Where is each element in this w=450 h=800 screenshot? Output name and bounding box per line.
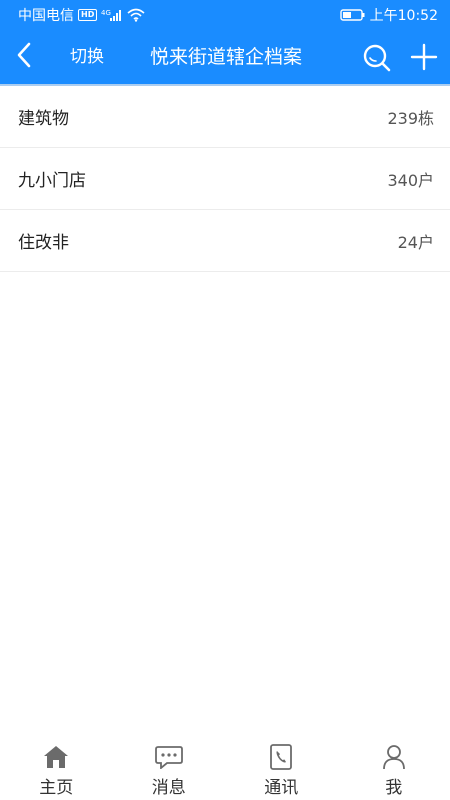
list-item-count: 24户 [397,232,434,252]
status-right: 上午10:52 [339,5,438,25]
status-bar: 中国电信 HD 4G 上午10:52 [0,0,450,30]
home-icon [42,744,70,770]
tab-me[interactable]: 我 [338,738,450,800]
tab-home[interactable]: 主页 [0,738,113,800]
status-left: 中国电信 HD 4G [18,5,145,25]
svg-text:4G: 4G [101,9,111,17]
carrier-name: 中国电信 [18,8,74,24]
wifi-icon [127,8,145,22]
list-item-small-shops[interactable]: 九小门店 340户 [0,148,450,210]
list-item-residential-conversion[interactable]: 住改非 24户 [0,210,450,272]
tab-label: 主页 [39,778,74,798]
status-time: 上午10:52 [369,8,438,24]
message-icon [154,744,183,770]
signal-icon: 4G [101,8,123,22]
back-button[interactable] [10,40,38,74]
list-item-buildings[interactable]: 建筑物 239栋 [0,86,450,148]
bottom-tab-bar: 主页 消息 通讯 我 [0,738,450,800]
list-item-count: 340户 [387,170,434,190]
archive-list: 建筑物 239栋 九小门店 340户 住改非 24户 [0,86,450,272]
switch-button[interactable]: 切换 [70,30,104,84]
list-item-label: 住改非 [18,233,69,253]
nav-bar: 切换 悦来街道辖企档案 [0,30,450,84]
search-button[interactable] [362,43,392,73]
add-button[interactable] [409,42,439,72]
tab-label: 我 [385,778,403,798]
app-screen: 中国电信 HD 4G 上午10:52 切换 悦来街道辖企档案 建筑物 239栋 … [0,0,450,800]
hd-badge: HD [78,9,98,21]
tab-label: 通讯 [264,778,299,798]
tab-contacts[interactable]: 通讯 [225,738,338,800]
list-item-label: 建筑物 [18,109,69,129]
user-icon [380,744,408,770]
search-icon [362,44,392,77]
tab-label: 消息 [151,778,186,798]
battery-icon [339,8,366,22]
list-item-count: 239栋 [387,108,434,128]
page-title: 悦来街道辖企档案 [150,46,303,68]
plus-icon [409,43,439,76]
chevron-left-icon [16,42,32,72]
list-item-label: 九小门店 [18,171,86,191]
phone-book-icon [267,744,295,770]
tab-messages[interactable]: 消息 [113,738,226,800]
